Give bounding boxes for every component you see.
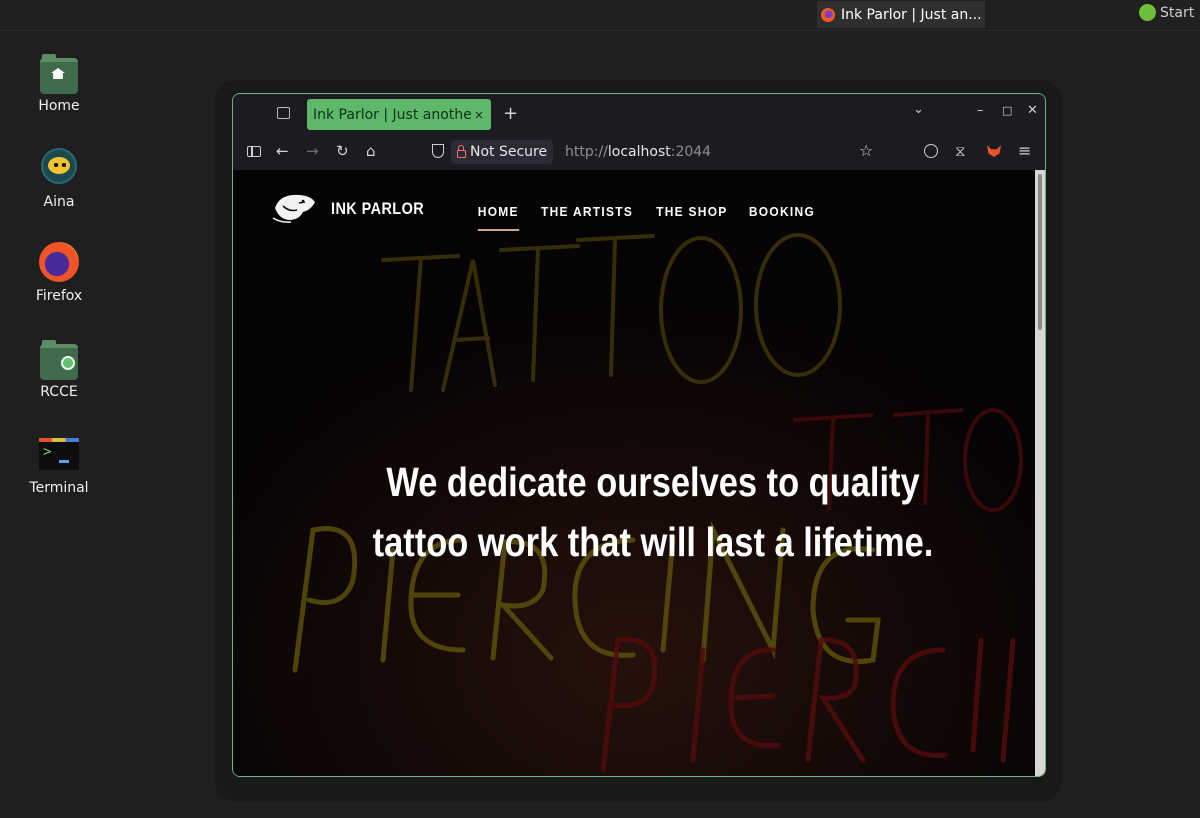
desktop-icon-label: Home <box>38 98 80 114</box>
taskbar-item-label: Ink Parlor | Just an... <box>841 6 982 23</box>
rcce-folder-icon <box>39 338 79 380</box>
page-scrollbar[interactable] <box>1035 170 1045 776</box>
firefox-icon <box>39 242 79 282</box>
shield-icon[interactable] <box>432 144 444 158</box>
site-nav: HOME THE ARTISTS THE SHOP BOOKING <box>476 204 818 231</box>
nav-home[interactable]: HOME <box>477 204 519 231</box>
navigation-toolbar: ← → ↻ ⌂ Not Secure http://localhost:2044… <box>233 134 1045 170</box>
lock-icon <box>457 145 466 158</box>
maximize-icon[interactable]: □ <box>1002 104 1012 117</box>
scrollbar-thumb[interactable] <box>1038 174 1042 330</box>
hero-heading: We dedicate ourselves to quality tattoo … <box>359 452 947 572</box>
reload-icon[interactable]: ↻ <box>336 142 349 160</box>
url-bar[interactable]: http://localhost:2044 <box>565 144 711 160</box>
nav-booking[interactable]: BOOKING <box>749 204 815 231</box>
menu-icon[interactable]: ≡ <box>1018 141 1031 160</box>
tab-title: Ink Parlor | Just another <box>313 106 473 123</box>
forward-arrow-icon[interactable]: → <box>306 142 319 160</box>
panther-logo-icon[interactable] <box>269 190 317 224</box>
close-window-icon[interactable]: ✕ <box>1027 103 1038 118</box>
browser-window: Ink Parlor | Just another × + ⌄ – □ ✕ ← … <box>232 93 1046 777</box>
start-label: Start <box>1160 4 1195 21</box>
url-port: :2044 <box>670 144 712 160</box>
url-host: localhost <box>607 144 671 160</box>
terminal-icon: > <box>39 434 79 474</box>
desktop-icon-label: Firefox <box>35 288 83 304</box>
tab-ink-parlor[interactable]: Ink Parlor | Just another × <box>307 99 491 130</box>
desktop-icon-home[interactable]: Home <box>19 52 99 114</box>
hero-line-1: We dedicate ourselves to quality <box>386 459 920 505</box>
bookmark-star-icon[interactable]: ☆ <box>859 141 873 160</box>
nav-the-shop[interactable]: THE SHOP <box>656 204 727 231</box>
hero-line-2: tattoo work that will last a lifetime. <box>372 519 934 565</box>
start-button[interactable]: Start <box>1139 4 1194 21</box>
close-tab-icon[interactable]: × <box>473 108 485 122</box>
nav-the-artists[interactable]: THE ARTISTS <box>541 204 633 231</box>
chevron-down-icon[interactable]: ⌄ <box>913 102 924 117</box>
aina-icon <box>39 148 79 188</box>
url-scheme: http:// <box>565 144 608 160</box>
tab-bar: Ink Parlor | Just another × + ⌄ – □ ✕ <box>233 94 1045 134</box>
top-panel: Ink Parlor | Just an... Start <box>0 0 1200 31</box>
site-header: INK PARLOR HOME THE ARTISTS THE SHOP BOO… <box>233 170 1035 240</box>
sidebar-toggle-icon[interactable] <box>247 146 261 157</box>
account-icon[interactable] <box>924 144 938 158</box>
desktop-icon-rcce[interactable]: RCCE <box>19 338 99 400</box>
start-icon <box>1139 4 1156 21</box>
desktop-icon-firefox[interactable]: Firefox <box>19 242 99 304</box>
not-secure-label: Not Secure <box>470 144 548 160</box>
fox-extension-icon[interactable] <box>987 145 1001 157</box>
tab-overview-icon[interactable] <box>277 107 290 119</box>
desktop-icon-label: Terminal <box>29 480 89 496</box>
new-tab-button[interactable]: + <box>503 103 518 124</box>
site-brand[interactable]: INK PARLOR <box>331 199 424 219</box>
extensions-icon[interactable]: ⧖ <box>955 142 966 160</box>
desktop-icon-terminal[interactable]: > Terminal <box>19 434 99 496</box>
desktop-icon-aina[interactable]: Aina <box>19 146 99 210</box>
home-folder-icon <box>39 52 79 94</box>
home-icon[interactable]: ⌂ <box>366 142 376 160</box>
firefox-icon <box>821 7 835 22</box>
desktop-icon-label: RCCE <box>40 384 78 400</box>
back-arrow-icon[interactable]: ← <box>276 142 289 160</box>
taskbar-item-firefox[interactable]: Ink Parlor | Just an... <box>817 1 985 28</box>
minimize-icon[interactable]: – <box>977 103 984 118</box>
desktop-icon-label: Aina <box>43 194 75 210</box>
site-info-button[interactable]: Not Secure <box>451 140 554 164</box>
page-viewport: INK PARLOR HOME THE ARTISTS THE SHOP BOO… <box>233 170 1035 776</box>
